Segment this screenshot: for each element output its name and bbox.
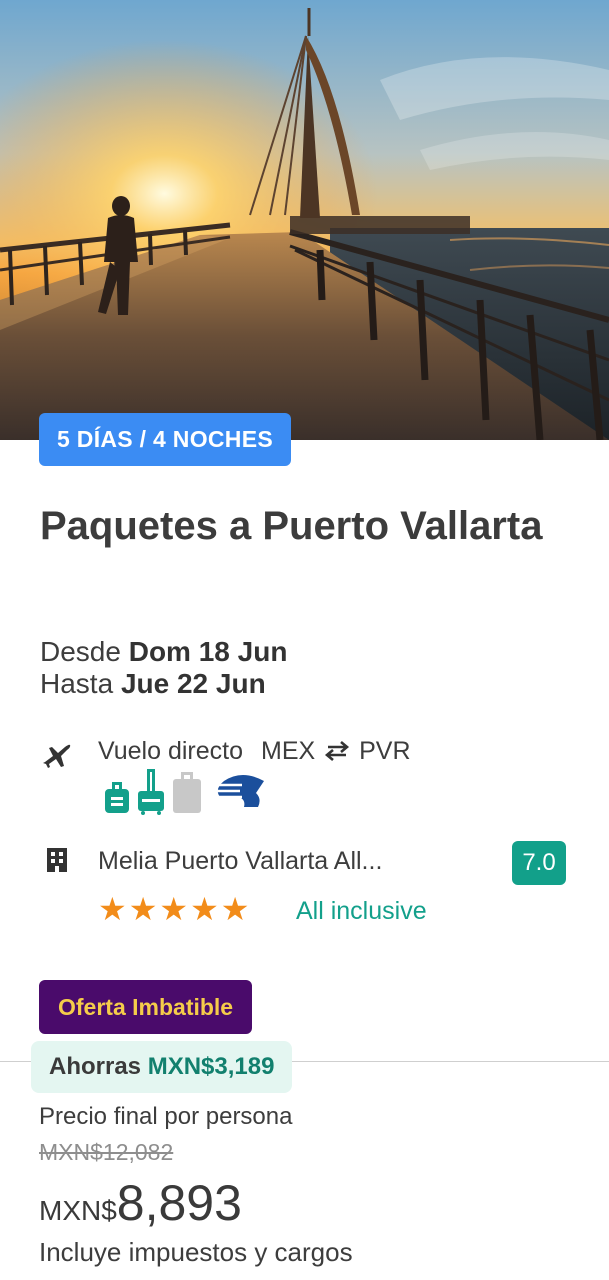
savings-amount: MXN$3,189 xyxy=(147,1053,275,1080)
flight-destination: PVR xyxy=(359,737,411,765)
hero-image xyxy=(0,0,609,440)
hotel-info: Melia Puerto Vallarta All... 7.0 ★★★★★ A… xyxy=(40,841,570,933)
price-note: Incluye impuestos y cargos xyxy=(39,1237,353,1267)
flight-origin: MEX xyxy=(261,737,316,765)
price-label: Precio final por persona xyxy=(39,1103,293,1130)
building-icon xyxy=(47,848,67,872)
airline-logo xyxy=(214,775,264,811)
price-currency: MXN$ xyxy=(39,1195,117,1226)
from-date: Dom 18 Jun xyxy=(128,636,288,667)
savings-badge: Ahorras MXN$3,189 xyxy=(31,1041,293,1093)
personal-bag-icon xyxy=(105,782,129,813)
plane-icon xyxy=(43,744,71,768)
original-price: MXN$12,082 xyxy=(39,1139,174,1165)
carry-on-icon xyxy=(138,769,164,815)
hotel-stars: ★★★★★ xyxy=(98,891,252,927)
departure-date-line: Desde Dom 18 Jun xyxy=(40,636,287,668)
meal-plan: All inclusive xyxy=(296,897,427,925)
package-title[interactable]: Paquetes a Puerto Vallarta xyxy=(40,495,560,557)
swap-arrows-icon xyxy=(325,741,350,761)
hotel-name[interactable]: Melia Puerto Vallarta All... xyxy=(98,845,382,877)
savings-label: Ahorras xyxy=(49,1053,142,1080)
flight-type: Vuelo directo xyxy=(98,737,243,765)
offer-badge: Oferta Imbatible xyxy=(39,980,253,1034)
return-date-line: Hasta Jue 22 Jun xyxy=(40,668,287,700)
hotel-rating-badge: 7.0 xyxy=(512,841,566,885)
to-date: Jue 22 Jun xyxy=(120,668,266,699)
duration-badge: 5 DÍAS / 4 NOCHES xyxy=(39,413,291,466)
price-amount: 8,893 xyxy=(116,1175,242,1231)
from-label: Desde xyxy=(40,636,121,667)
checked-bag-icon xyxy=(173,772,201,813)
flight-info: Vuelo directo MEX PVR xyxy=(40,735,580,825)
sunset-pier-illustration xyxy=(0,0,609,440)
to-label: Hasta xyxy=(40,668,114,699)
flight-description: Vuelo directo MEX PVR xyxy=(98,735,411,767)
travel-dates: Desde Dom 18 Jun Hasta Jue 22 Jun xyxy=(40,636,287,700)
